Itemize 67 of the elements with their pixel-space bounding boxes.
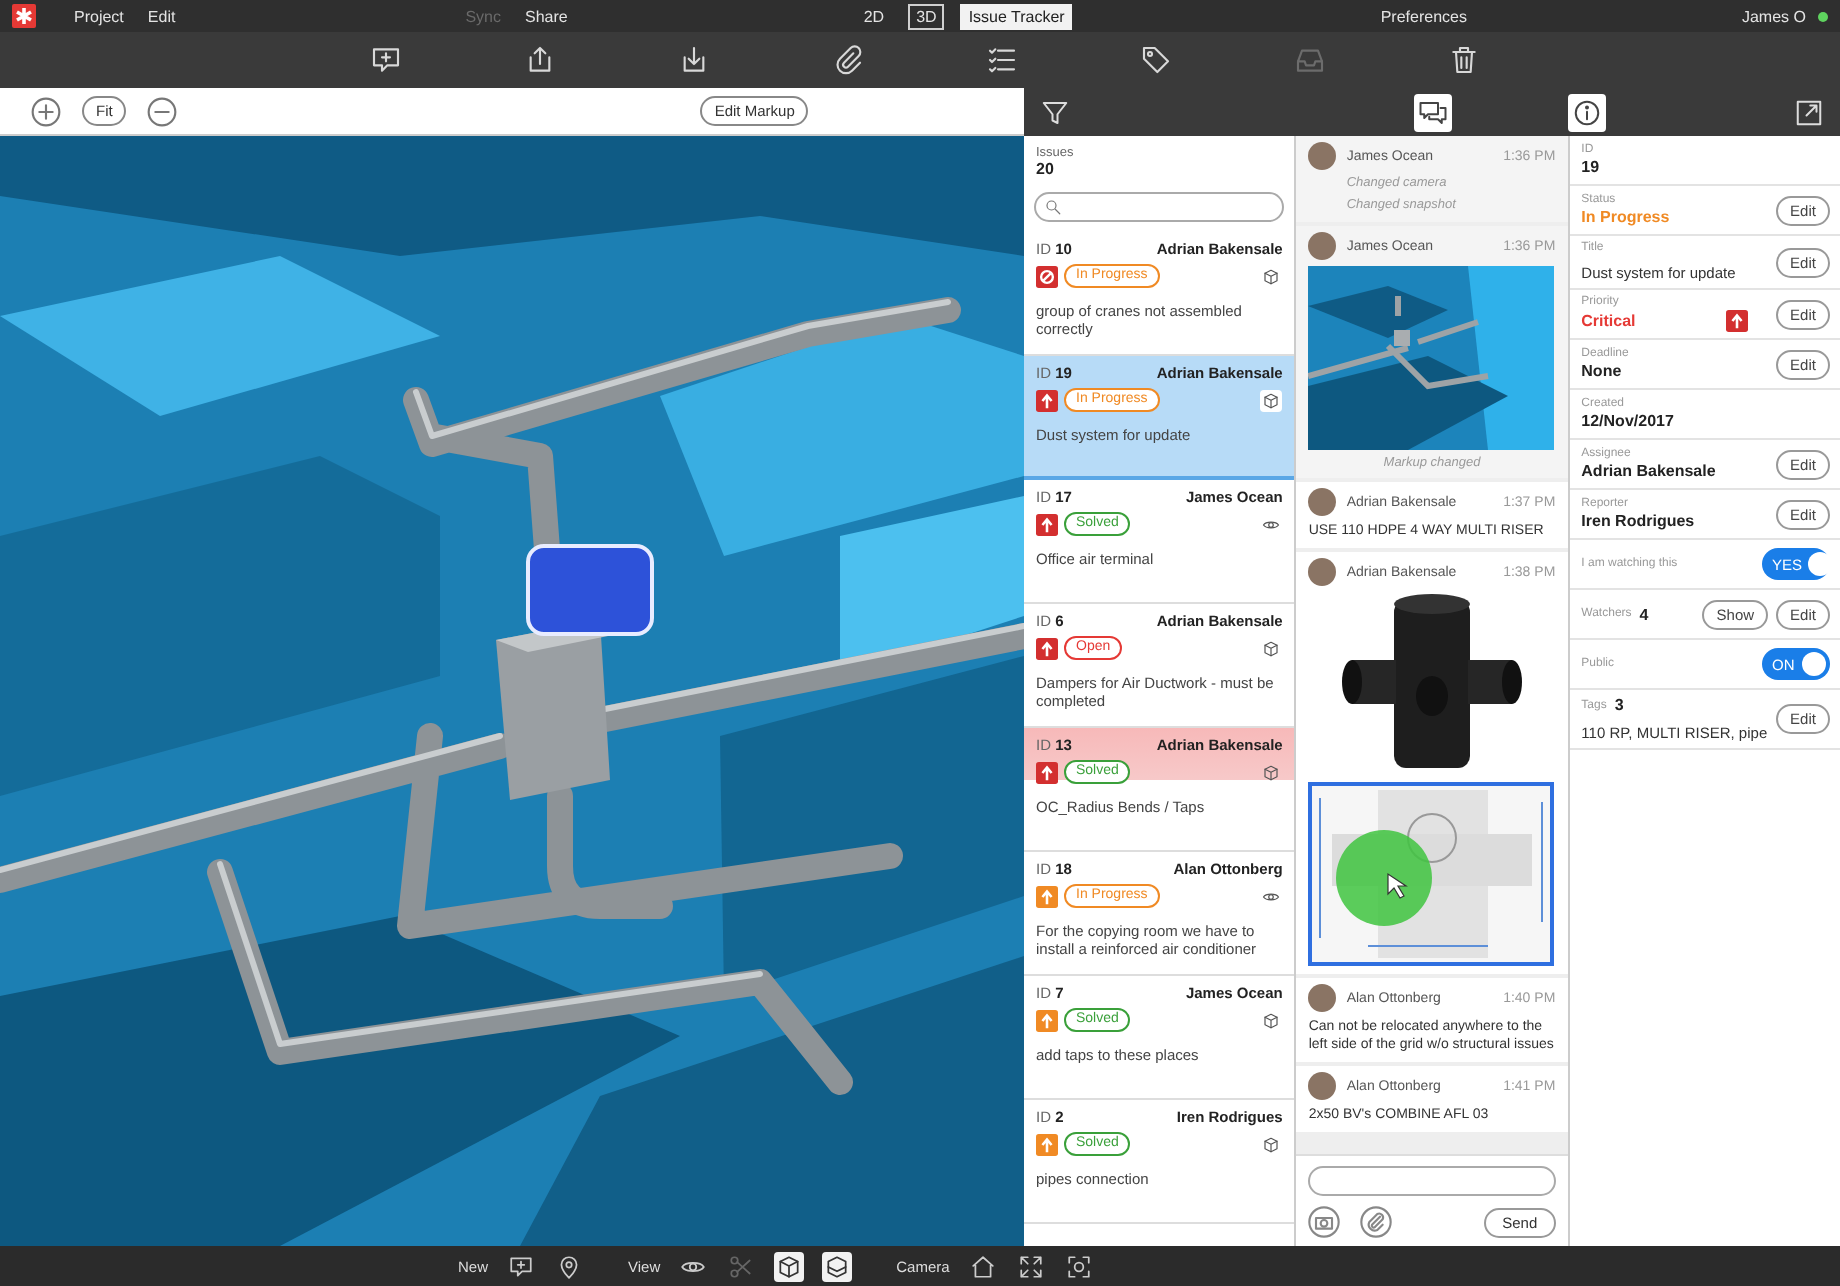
cube-icon [776,1253,803,1279]
home-icon [969,1253,996,1279]
attach-button[interactable] [1360,1206,1393,1238]
upload-icon [524,44,556,76]
fullscreen-icon [1017,1253,1044,1279]
search-field[interactable] [1034,192,1285,222]
view-mode-toggle[interactable]: 2D [855,3,893,29]
avatar [1308,1072,1337,1100]
paperclip-icon [832,44,864,76]
menu-item[interactable]: Share [525,7,568,25]
cube-icon [1262,391,1281,409]
cube-icon [1262,267,1281,285]
field-value: In Progress [1581,208,1672,226]
zoom-out-button[interactable] [146,95,179,127]
comments-icon [1417,97,1447,127]
avatar [1308,488,1337,516]
field-count: 4 [1639,605,1649,623]
field-value: 19 [1581,158,1602,176]
field-value: Critical [1581,312,1638,330]
cube-icon [1262,639,1281,657]
panel-tab[interactable] [1568,93,1606,131]
tool-button[interactable] [1063,1251,1094,1281]
cube-icon [1262,1011,1281,1029]
field-value: None [1581,362,1624,380]
cube-icon [1262,763,1281,781]
tool-button[interactable] [506,1251,537,1281]
download-icon [678,44,710,76]
info-icon [1572,97,1602,127]
comment-add-icon [370,44,402,76]
issues-count: 20 [1036,160,1056,178]
user-name[interactable]: James O [1741,7,1806,25]
checklist-icon [986,44,1018,76]
cube-icon [1262,1135,1281,1153]
menu-item[interactable]: Project [74,7,124,25]
panel-toggle[interactable]: Issue Tracker [960,3,1073,29]
inbox-icon [1294,44,1326,76]
field-value: Adrian Bakensale [1581,462,1718,480]
view-mode-toggle[interactable]: 3D [908,3,945,29]
tool-button[interactable] [1015,1251,1046,1281]
avatar [1308,558,1337,586]
app-logo-icon[interactable] [12,4,36,28]
scissors-icon [728,1253,755,1279]
tool-button[interactable] [967,1251,998,1281]
pipe-model-drawing[interactable] [0,136,1024,1246]
tool-button[interactable] [774,1251,805,1281]
tag-icon [1140,44,1172,76]
focus-icon [1065,1253,1092,1279]
section-box-icon [824,1253,851,1279]
trash-icon [1448,44,1480,76]
field-value: Iren Rodrigues [1581,512,1697,530]
avatar [1308,984,1337,1012]
comment-input-field[interactable] [1308,1166,1556,1196]
menu-item[interactable]: Preferences [1380,7,1467,25]
avatar [1308,142,1337,170]
zoom-in-button[interactable] [30,95,62,127]
avatar [1308,232,1337,260]
menu-item[interactable]: Edit [147,7,176,25]
comment-add-icon [508,1253,535,1279]
field-value: 12/Nov/2017 [1581,412,1676,430]
field-count: 3 [1614,696,1624,714]
filter-icon [1040,97,1070,127]
detach-window-icon [1794,97,1824,127]
tool-button[interactable] [822,1251,853,1281]
pin-icon [556,1253,583,1279]
camera-button[interactable] [1308,1206,1341,1238]
panel-tab[interactable] [1413,93,1451,131]
search-icon [1044,198,1062,216]
